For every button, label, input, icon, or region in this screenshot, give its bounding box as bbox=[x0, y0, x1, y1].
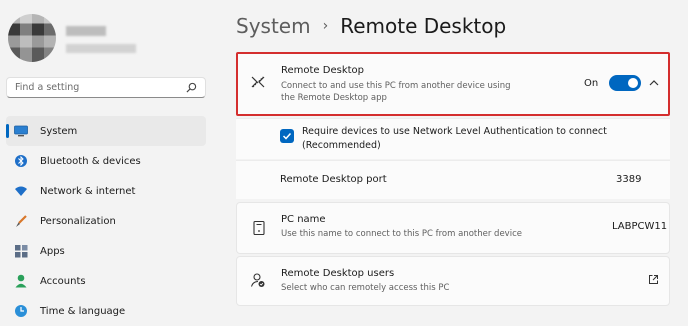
port-value: 3389 bbox=[616, 174, 642, 185]
user-lock-icon bbox=[250, 273, 265, 287]
person-icon bbox=[14, 274, 28, 288]
sidebar-item-label: Personalization bbox=[40, 215, 116, 227]
sidebar-item-label: Bluetooth & devices bbox=[40, 155, 141, 167]
remote-desktop-toggle[interactable] bbox=[609, 75, 641, 91]
checkmark-icon bbox=[282, 132, 292, 140]
sidebar-item-network[interactable]: Network & internet bbox=[6, 176, 206, 206]
port-label: Remote Desktop port bbox=[280, 174, 387, 185]
open-external-icon[interactable] bbox=[648, 274, 659, 285]
remote-desktop-subtitle-line1: Connect to and use this PC from another … bbox=[281, 81, 511, 91]
sidebar-item-accounts[interactable]: Accounts bbox=[6, 266, 206, 296]
sidebar-item-apps[interactable]: Apps bbox=[6, 236, 206, 266]
avatar[interactable] bbox=[8, 14, 56, 62]
nav-list: System Bluetooth & devices Network & int… bbox=[6, 116, 206, 326]
sidebar-item-personalization[interactable]: Personalization bbox=[6, 206, 206, 236]
search-icon[interactable] bbox=[186, 82, 197, 93]
remote-desktop-users-card[interactable] bbox=[236, 256, 670, 306]
nla-label-line1: Require devices to use Network Level Aut… bbox=[302, 126, 607, 137]
remote-desktop-subtitle-line2: the Remote Desktop app bbox=[281, 93, 387, 103]
remote-desktop-users-title: Remote Desktop users bbox=[281, 268, 395, 279]
remote-desktop-users-subtitle: Select who can remotely access this PC bbox=[281, 283, 450, 293]
breadcrumb-separator: › bbox=[322, 18, 329, 34]
sidebar-item-label: Time & language bbox=[40, 305, 126, 317]
sidebar: System Bluetooth & devices Network & int… bbox=[0, 0, 220, 323]
sidebar-item-time-language[interactable]: Time & language bbox=[6, 296, 206, 326]
sidebar-item-label: System bbox=[40, 125, 78, 137]
globe-clock-icon bbox=[14, 304, 28, 318]
blurred-user-email bbox=[66, 44, 136, 53]
breadcrumb-current: Remote Desktop bbox=[340, 14, 507, 38]
toggle-knob bbox=[628, 78, 638, 88]
pc-icon bbox=[253, 220, 265, 236]
remote-desktop-icon bbox=[251, 76, 265, 88]
sidebar-item-label: Apps bbox=[40, 245, 65, 257]
sidebar-item-bluetooth[interactable]: Bluetooth & devices bbox=[6, 146, 206, 176]
bluetooth-icon bbox=[14, 154, 28, 168]
brush-icon bbox=[14, 214, 28, 228]
monitor-icon bbox=[14, 124, 28, 138]
pc-name-value: LABPCW11 bbox=[612, 221, 668, 232]
sidebar-item-label: Network & internet bbox=[40, 185, 136, 197]
nla-checkbox[interactable] bbox=[280, 129, 294, 143]
apps-icon bbox=[14, 244, 28, 258]
pc-name-title: PC name bbox=[281, 214, 326, 225]
toggle-state-label: On bbox=[584, 78, 599, 89]
page-title: System › Remote Desktop bbox=[236, 14, 506, 38]
wifi-icon bbox=[14, 184, 28, 198]
active-indicator bbox=[6, 124, 9, 138]
search-box[interactable] bbox=[6, 77, 206, 98]
remote-desktop-title: Remote Desktop bbox=[281, 65, 365, 76]
chevron-up-icon[interactable] bbox=[648, 78, 660, 88]
search-input[interactable] bbox=[7, 78, 185, 97]
breadcrumb-system[interactable]: System bbox=[236, 14, 311, 38]
sidebar-item-label: Accounts bbox=[40, 275, 86, 287]
sidebar-item-system[interactable]: System bbox=[6, 116, 206, 146]
blurred-user-name bbox=[66, 26, 106, 36]
nla-label: Require devices to use Network Level Aut… bbox=[302, 125, 622, 153]
pc-name-subtitle: Use this name to connect to this PC from… bbox=[281, 229, 522, 239]
nla-label-line2: (Recommended) bbox=[302, 140, 381, 151]
